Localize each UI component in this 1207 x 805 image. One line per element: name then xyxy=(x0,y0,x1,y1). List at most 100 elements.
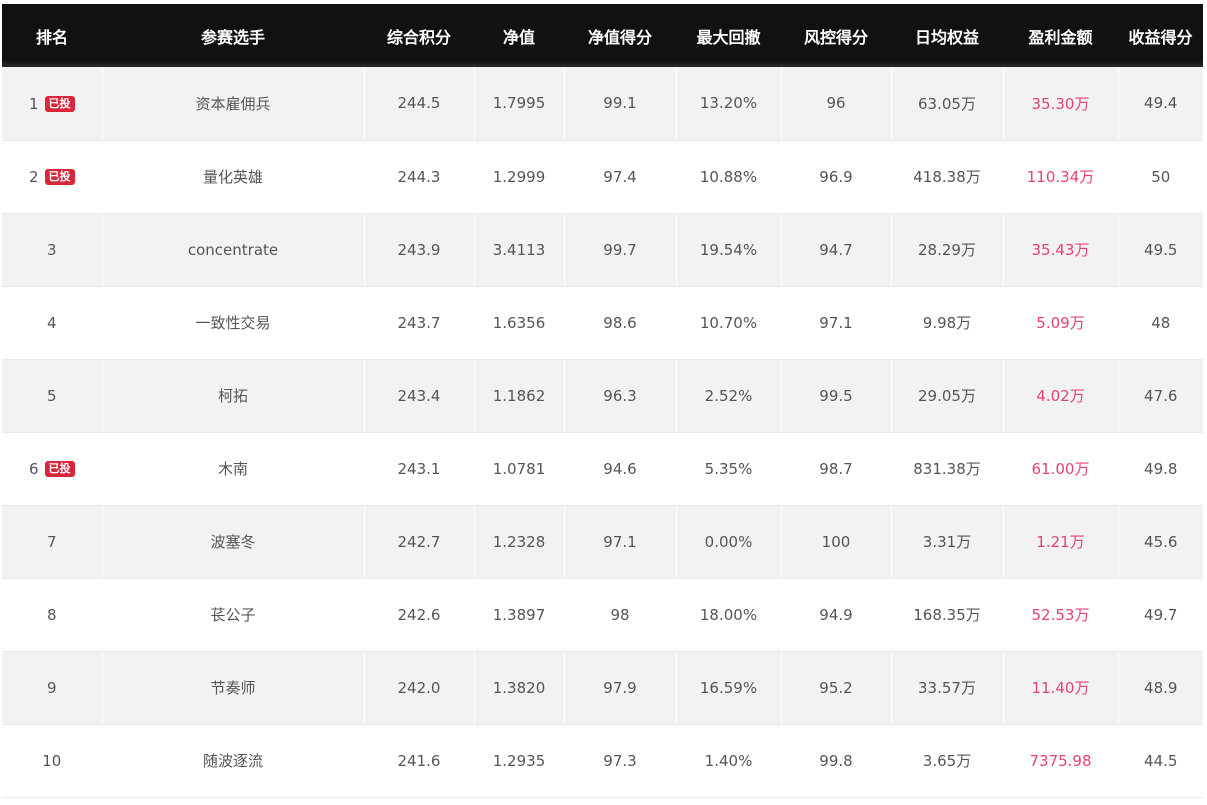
invested-badge: 已投 xyxy=(44,460,75,477)
nav-cell: 1.2999 xyxy=(473,140,564,214)
profit-cell: 110.34万 xyxy=(1002,140,1118,214)
table-header-row: 排名 参赛选手 综合积分 净值 净值得分 最大回撤 风控得分 日均权益 盈利金额… xyxy=(2,4,1203,67)
player-name[interactable]: 量化英雄 xyxy=(101,140,364,214)
max-drawdown-cell: 19.54% xyxy=(675,213,781,287)
profit-cell: 11.40万 xyxy=(1002,651,1118,725)
rank-cell: 7 xyxy=(2,505,102,579)
nav-cell: 1.2935 xyxy=(473,724,564,798)
avg-equity-cell: 3.31万 xyxy=(890,505,1003,579)
table-row[interactable]: 7 波塞冬 242.7 1.2328 97.1 0.00% 100 3.31万 1.21万 45.… xyxy=(2,505,1203,579)
return-score-cell: 48 xyxy=(1117,286,1203,360)
return-score-cell: 44.5 xyxy=(1117,724,1203,798)
header-nav-score[interactable]: 净值得分 xyxy=(564,4,676,67)
table-row[interactable]: 3 concentrate 243.9 3.4113 99.7 19.54% 94.7 28.… xyxy=(2,213,1203,287)
max-drawdown-cell: 18.00% xyxy=(675,578,781,652)
max-drawdown-cell: 1.40% xyxy=(675,724,781,798)
header-score[interactable]: 综合积分 xyxy=(364,4,474,67)
return-score-cell: 49.5 xyxy=(1117,213,1203,287)
risk-score-cell: 99.5 xyxy=(780,359,891,433)
player-name[interactable]: 随波逐流 xyxy=(101,724,364,798)
avg-equity-cell: 28.29万 xyxy=(890,213,1003,287)
risk-score-cell: 96 xyxy=(780,67,891,141)
return-score-cell: 48.9 xyxy=(1117,651,1203,725)
header-profit[interactable]: 盈利金额 xyxy=(1003,4,1118,67)
nav-score-cell: 97.3 xyxy=(563,724,676,798)
avg-equity-cell: 831.38万 xyxy=(890,432,1003,506)
nav-score-cell: 97.9 xyxy=(563,651,676,725)
header-return-score[interactable]: 收益得分 xyxy=(1118,4,1203,67)
nav-score-cell: 96.3 xyxy=(563,359,676,433)
player-name[interactable]: 波塞冬 xyxy=(101,505,364,579)
avg-equity-cell: 9.98万 xyxy=(890,286,1003,360)
rank-number: 7 xyxy=(46,532,57,551)
risk-score-cell: 95.2 xyxy=(780,651,891,725)
nav-score-cell: 99.7 xyxy=(563,213,676,287)
header-nav[interactable]: 净值 xyxy=(474,4,564,67)
score-cell: 244.3 xyxy=(363,140,474,214)
header-rank[interactable]: 排名 xyxy=(2,4,102,67)
rank-cell: 9 xyxy=(2,651,102,725)
table-row[interactable]: 4 一致性交易 243.7 1.6356 98.6 10.70% 97.1 9.98万 5.09… xyxy=(2,286,1203,360)
max-drawdown-cell: 13.20% xyxy=(675,67,781,141)
return-score-cell: 47.6 xyxy=(1117,359,1203,433)
score-cell: 243.1 xyxy=(363,432,474,506)
score-cell: 242.0 xyxy=(363,651,474,725)
avg-equity-cell: 418.38万 xyxy=(890,140,1003,214)
profit-cell: 1.21万 xyxy=(1002,505,1118,579)
profit-cell: 35.43万 xyxy=(1002,213,1118,287)
header-player[interactable]: 参赛选手 xyxy=(102,4,364,67)
rank-cell: 8 xyxy=(2,578,102,652)
nav-cell: 1.1862 xyxy=(473,359,564,433)
table-row[interactable]: 9 节奏师 242.0 1.3820 97.9 16.59% 95.2 33.57万 11.40… xyxy=(2,651,1203,725)
rank-cell: 10 xyxy=(2,724,102,798)
table-row[interactable]: 8 苌公子 242.6 1.3897 98 18.00% 94.9 168.35万 52.53万… xyxy=(2,578,1203,652)
profit-cell: 52.53万 xyxy=(1002,578,1118,652)
player-name[interactable]: 一致性交易 xyxy=(101,286,364,360)
header-risk-score[interactable]: 风控得分 xyxy=(781,4,891,67)
score-cell: 244.5 xyxy=(363,67,474,141)
player-name[interactable]: 节奏师 xyxy=(101,651,364,725)
avg-equity-cell: 29.05万 xyxy=(890,359,1003,433)
risk-score-cell: 94.9 xyxy=(780,578,891,652)
player-name[interactable]: concentrate xyxy=(101,213,364,287)
return-score-cell: 49.8 xyxy=(1117,432,1203,506)
table-row[interactable]: 6 已投 木南 243.1 1.0781 94.6 5.35% 98.7 831.38万 61.0… xyxy=(2,432,1203,506)
table-row[interactable]: 2 已投 量化英雄 244.3 1.2999 97.4 10.88% 96.9 418.38万 1… xyxy=(2,140,1203,214)
avg-equity-cell: 63.05万 xyxy=(890,67,1003,141)
nav-cell: 1.7995 xyxy=(473,67,564,141)
player-name[interactable]: 木南 xyxy=(101,432,364,506)
risk-score-cell: 94.7 xyxy=(780,213,891,287)
header-max-drawdown[interactable]: 最大回撤 xyxy=(676,4,781,67)
rank-number: 6 xyxy=(28,459,39,478)
risk-score-cell: 96.9 xyxy=(780,140,891,214)
nav-cell: 1.6356 xyxy=(473,286,564,360)
rank-number: 3 xyxy=(46,240,57,259)
rank-cell: 2 已投 xyxy=(2,140,102,214)
rank-number: 9 xyxy=(46,678,57,697)
max-drawdown-cell: 16.59% xyxy=(675,651,781,725)
avg-equity-cell: 168.35万 xyxy=(890,578,1003,652)
invested-badge: 已投 xyxy=(44,168,75,185)
avg-equity-cell: 3.65万 xyxy=(890,724,1003,798)
nav-score-cell: 98.6 xyxy=(563,286,676,360)
table-row[interactable]: 5 柯拓 243.4 1.1862 96.3 2.52% 99.5 29.05万 4.02万 47… xyxy=(2,359,1203,433)
rank-cell: 6 已投 xyxy=(2,432,102,506)
rank-cell: 4 xyxy=(2,286,102,360)
player-name[interactable]: 苌公子 xyxy=(101,578,364,652)
ranking-table: 排名 参赛选手 综合积分 净值 净值得分 最大回撤 风控得分 日均权益 盈利金额… xyxy=(2,4,1203,798)
player-name[interactable]: 柯拓 xyxy=(101,359,364,433)
rank-number: 1 xyxy=(28,94,39,113)
header-avg-equity[interactable]: 日均权益 xyxy=(891,4,1003,67)
rank-number: 5 xyxy=(46,386,57,405)
nav-cell: 3.4113 xyxy=(473,213,564,287)
nav-cell: 1.3820 xyxy=(473,651,564,725)
player-name[interactable]: 资本雇佣兵 xyxy=(101,67,364,141)
max-drawdown-cell: 10.88% xyxy=(675,140,781,214)
rank-number: 10 xyxy=(42,751,62,770)
nav-score-cell: 98 xyxy=(563,578,676,652)
rank-cell: 1 已投 xyxy=(2,67,102,141)
score-cell: 243.4 xyxy=(363,359,474,433)
table-row[interactable]: 10 随波逐流 241.6 1.2935 97.3 1.40% 99.8 3.65万 7375.… xyxy=(2,724,1203,798)
max-drawdown-cell: 2.52% xyxy=(675,359,781,433)
table-row[interactable]: 1 已投 资本雇佣兵 244.5 1.7995 99.1 13.20% 96 63.05万 35.… xyxy=(2,67,1203,141)
